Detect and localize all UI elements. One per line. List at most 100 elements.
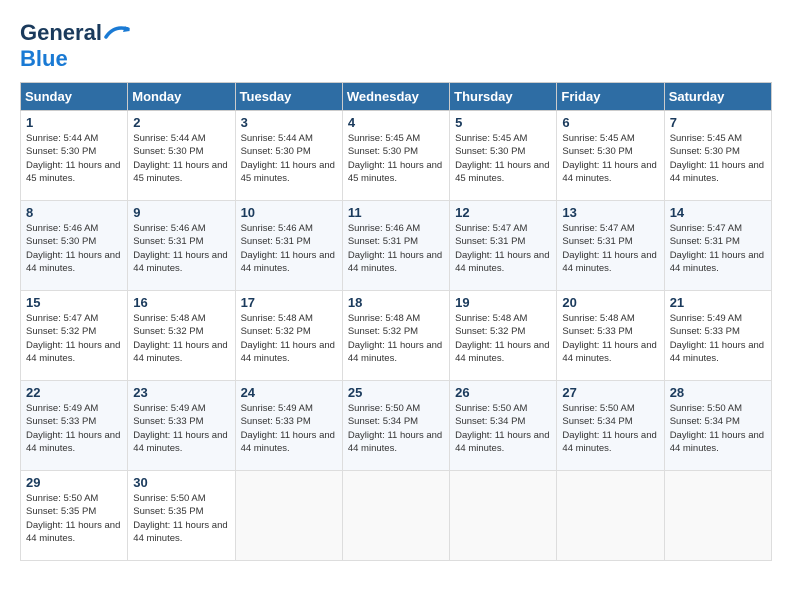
day-info: Sunrise: 5:50 AM Sunset: 5:34 PM Dayligh… [562, 402, 658, 455]
calendar-day-cell: 4 Sunrise: 5:45 AM Sunset: 5:30 PM Dayli… [342, 111, 449, 201]
day-number: 6 [562, 115, 658, 130]
day-info: Sunrise: 5:46 AM Sunset: 5:30 PM Dayligh… [26, 222, 122, 275]
calendar-table: SundayMondayTuesdayWednesdayThursdayFrid… [20, 82, 772, 561]
day-number: 11 [348, 205, 444, 220]
calendar-day-cell: 3 Sunrise: 5:44 AM Sunset: 5:30 PM Dayli… [235, 111, 342, 201]
day-number: 9 [133, 205, 229, 220]
day-info: Sunrise: 5:48 AM Sunset: 5:33 PM Dayligh… [562, 312, 658, 365]
calendar-week-row: 29 Sunrise: 5:50 AM Sunset: 5:35 PM Dayl… [21, 471, 772, 561]
day-number: 16 [133, 295, 229, 310]
day-info: Sunrise: 5:46 AM Sunset: 5:31 PM Dayligh… [241, 222, 337, 275]
calendar-day-cell [664, 471, 771, 561]
day-number: 7 [670, 115, 766, 130]
day-info: Sunrise: 5:47 AM Sunset: 5:31 PM Dayligh… [562, 222, 658, 275]
calendar-day-cell: 29 Sunrise: 5:50 AM Sunset: 5:35 PM Dayl… [21, 471, 128, 561]
day-number: 25 [348, 385, 444, 400]
day-number: 18 [348, 295, 444, 310]
day-number: 12 [455, 205, 551, 220]
calendar-day-cell [450, 471, 557, 561]
day-info: Sunrise: 5:46 AM Sunset: 5:31 PM Dayligh… [133, 222, 229, 275]
day-number: 1 [26, 115, 122, 130]
day-number: 19 [455, 295, 551, 310]
day-info: Sunrise: 5:49 AM Sunset: 5:33 PM Dayligh… [241, 402, 337, 455]
calendar-day-cell: 21 Sunrise: 5:49 AM Sunset: 5:33 PM Dayl… [664, 291, 771, 381]
logo-swoosh-icon [104, 21, 130, 41]
calendar-day-cell [557, 471, 664, 561]
calendar-day-cell: 11 Sunrise: 5:46 AM Sunset: 5:31 PM Dayl… [342, 201, 449, 291]
calendar-day-cell [342, 471, 449, 561]
logo: General Blue [20, 20, 130, 72]
day-number: 4 [348, 115, 444, 130]
calendar-day-cell: 24 Sunrise: 5:49 AM Sunset: 5:33 PM Dayl… [235, 381, 342, 471]
day-info: Sunrise: 5:45 AM Sunset: 5:30 PM Dayligh… [562, 132, 658, 185]
calendar-day-cell: 17 Sunrise: 5:48 AM Sunset: 5:32 PM Dayl… [235, 291, 342, 381]
calendar-day-cell [235, 471, 342, 561]
day-number: 3 [241, 115, 337, 130]
calendar-day-cell: 16 Sunrise: 5:48 AM Sunset: 5:32 PM Dayl… [128, 291, 235, 381]
calendar-day-cell: 26 Sunrise: 5:50 AM Sunset: 5:34 PM Dayl… [450, 381, 557, 471]
calendar-day-cell: 20 Sunrise: 5:48 AM Sunset: 5:33 PM Dayl… [557, 291, 664, 381]
day-number: 20 [562, 295, 658, 310]
day-info: Sunrise: 5:50 AM Sunset: 5:34 PM Dayligh… [670, 402, 766, 455]
day-number: 24 [241, 385, 337, 400]
calendar-day-cell: 7 Sunrise: 5:45 AM Sunset: 5:30 PM Dayli… [664, 111, 771, 201]
day-info: Sunrise: 5:50 AM Sunset: 5:35 PM Dayligh… [133, 492, 229, 545]
calendar-day-cell: 28 Sunrise: 5:50 AM Sunset: 5:34 PM Dayl… [664, 381, 771, 471]
day-info: Sunrise: 5:48 AM Sunset: 5:32 PM Dayligh… [455, 312, 551, 365]
day-number: 5 [455, 115, 551, 130]
calendar-day-cell: 6 Sunrise: 5:45 AM Sunset: 5:30 PM Dayli… [557, 111, 664, 201]
day-number: 23 [133, 385, 229, 400]
day-number: 13 [562, 205, 658, 220]
calendar-day-header: Monday [128, 83, 235, 111]
day-number: 14 [670, 205, 766, 220]
day-number: 22 [26, 385, 122, 400]
calendar-day-cell: 8 Sunrise: 5:46 AM Sunset: 5:30 PM Dayli… [21, 201, 128, 291]
day-number: 26 [455, 385, 551, 400]
calendar-week-row: 22 Sunrise: 5:49 AM Sunset: 5:33 PM Dayl… [21, 381, 772, 471]
logo-blue: Blue [20, 46, 68, 71]
day-info: Sunrise: 5:47 AM Sunset: 5:31 PM Dayligh… [670, 222, 766, 275]
calendar-day-cell: 14 Sunrise: 5:47 AM Sunset: 5:31 PM Dayl… [664, 201, 771, 291]
logo-container: General Blue [20, 20, 130, 72]
calendar-day-cell: 1 Sunrise: 5:44 AM Sunset: 5:30 PM Dayli… [21, 111, 128, 201]
page-header: General Blue [20, 20, 772, 72]
calendar-day-header: Friday [557, 83, 664, 111]
day-info: Sunrise: 5:50 AM Sunset: 5:35 PM Dayligh… [26, 492, 122, 545]
day-info: Sunrise: 5:45 AM Sunset: 5:30 PM Dayligh… [670, 132, 766, 185]
calendar-day-cell: 22 Sunrise: 5:49 AM Sunset: 5:33 PM Dayl… [21, 381, 128, 471]
day-number: 28 [670, 385, 766, 400]
day-info: Sunrise: 5:48 AM Sunset: 5:32 PM Dayligh… [348, 312, 444, 365]
day-number: 15 [26, 295, 122, 310]
calendar-day-header: Sunday [21, 83, 128, 111]
calendar-day-header: Thursday [450, 83, 557, 111]
calendar-day-cell: 30 Sunrise: 5:50 AM Sunset: 5:35 PM Dayl… [128, 471, 235, 561]
calendar-day-cell: 12 Sunrise: 5:47 AM Sunset: 5:31 PM Dayl… [450, 201, 557, 291]
day-info: Sunrise: 5:47 AM Sunset: 5:32 PM Dayligh… [26, 312, 122, 365]
day-info: Sunrise: 5:48 AM Sunset: 5:32 PM Dayligh… [241, 312, 337, 365]
calendar-week-row: 8 Sunrise: 5:46 AM Sunset: 5:30 PM Dayli… [21, 201, 772, 291]
calendar-day-header: Tuesday [235, 83, 342, 111]
day-info: Sunrise: 5:46 AM Sunset: 5:31 PM Dayligh… [348, 222, 444, 275]
day-info: Sunrise: 5:44 AM Sunset: 5:30 PM Dayligh… [26, 132, 122, 185]
day-number: 29 [26, 475, 122, 490]
calendar-day-cell: 19 Sunrise: 5:48 AM Sunset: 5:32 PM Dayl… [450, 291, 557, 381]
day-number: 27 [562, 385, 658, 400]
calendar-day-cell: 10 Sunrise: 5:46 AM Sunset: 5:31 PM Dayl… [235, 201, 342, 291]
calendar-day-header: Saturday [664, 83, 771, 111]
day-number: 30 [133, 475, 229, 490]
calendar-week-row: 15 Sunrise: 5:47 AM Sunset: 5:32 PM Dayl… [21, 291, 772, 381]
calendar-week-row: 1 Sunrise: 5:44 AM Sunset: 5:30 PM Dayli… [21, 111, 772, 201]
day-info: Sunrise: 5:50 AM Sunset: 5:34 PM Dayligh… [348, 402, 444, 455]
day-info: Sunrise: 5:49 AM Sunset: 5:33 PM Dayligh… [26, 402, 122, 455]
day-info: Sunrise: 5:44 AM Sunset: 5:30 PM Dayligh… [133, 132, 229, 185]
day-number: 10 [241, 205, 337, 220]
calendar-day-cell: 25 Sunrise: 5:50 AM Sunset: 5:34 PM Dayl… [342, 381, 449, 471]
calendar-day-cell: 23 Sunrise: 5:49 AM Sunset: 5:33 PM Dayl… [128, 381, 235, 471]
calendar-day-cell: 18 Sunrise: 5:48 AM Sunset: 5:32 PM Dayl… [342, 291, 449, 381]
day-info: Sunrise: 5:48 AM Sunset: 5:32 PM Dayligh… [133, 312, 229, 365]
day-info: Sunrise: 5:49 AM Sunset: 5:33 PM Dayligh… [670, 312, 766, 365]
calendar-day-cell: 15 Sunrise: 5:47 AM Sunset: 5:32 PM Dayl… [21, 291, 128, 381]
day-number: 17 [241, 295, 337, 310]
day-info: Sunrise: 5:47 AM Sunset: 5:31 PM Dayligh… [455, 222, 551, 275]
day-info: Sunrise: 5:45 AM Sunset: 5:30 PM Dayligh… [455, 132, 551, 185]
